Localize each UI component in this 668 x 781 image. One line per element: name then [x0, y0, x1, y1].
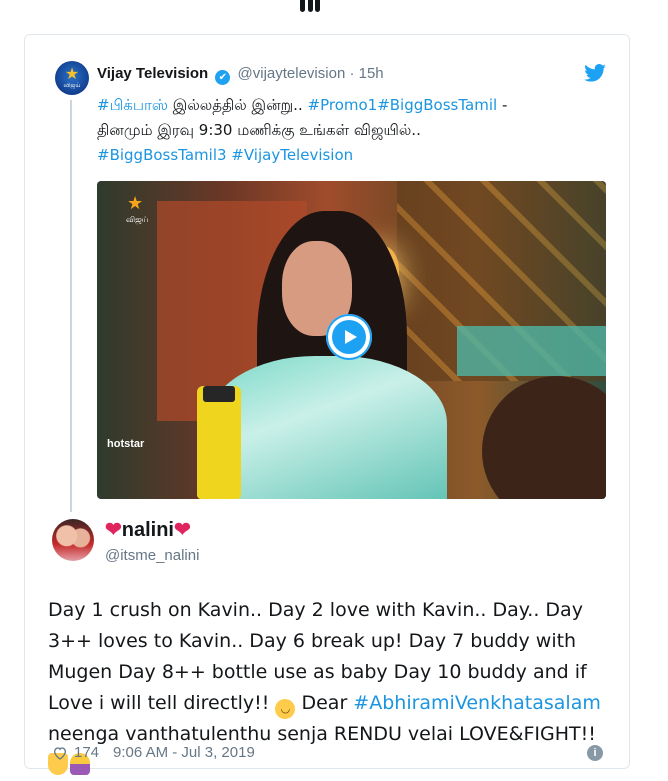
- hashtag-promo1-link[interactable]: #Promo1#BiggBossTamil: [308, 96, 498, 114]
- header-fragment: [300, 0, 320, 12]
- heart-outline-icon[interactable]: [52, 745, 68, 761]
- author-display-name: nalini: [121, 519, 174, 541]
- red-heart-icon: ❤: [174, 519, 191, 541]
- nalini-avatar[interactable]: [52, 519, 94, 561]
- quoted-author-name[interactable]: Vijay Television: [97, 65, 208, 82]
- hashtag-abhirami-link[interactable]: #AbhiramiVenkhatasalam: [353, 692, 601, 714]
- quoted-text-line1: இல்லத்தில் இன்று..: [167, 96, 308, 114]
- background-fabric: [457, 326, 606, 376]
- like-count[interactable]: 174: [74, 744, 99, 761]
- verified-badge-icon: ✔: [215, 70, 231, 85]
- channel-star-logo-icon: ★: [127, 193, 144, 213]
- red-heart-icon: ❤: [105, 519, 122, 541]
- quoted-tweet-header: Vijay Television ✔ @vijaytelevision · 15…: [97, 64, 384, 85]
- thread-line: [70, 100, 72, 512]
- info-icon[interactable]: i: [587, 745, 603, 761]
- foreground-head: [482, 376, 606, 499]
- relieved-face-emoji-icon: ◡: [275, 699, 296, 719]
- quoted-author-handle[interactable]: @vijaytelevision · 15h: [238, 65, 384, 82]
- quoted-tweet-text: #பிக்பாஸ் இல்லத்தில் இன்று.. #Promo1#Big…: [97, 93, 612, 168]
- avatar-logo-text: விஜய்: [63, 81, 81, 89]
- hashtag-biggbosstamil3-link[interactable]: #BiggBossTamil3 #VijayTelevision: [97, 146, 353, 164]
- play-icon: [332, 320, 366, 354]
- hotstar-watermark: hotstar: [107, 438, 145, 450]
- tweet-author-name[interactable]: ❤nalini❤: [105, 518, 191, 542]
- star-logo-icon: ★: [64, 65, 80, 83]
- play-button[interactable]: [326, 314, 372, 360]
- tweet-author-handle[interactable]: @itsme_nalini: [105, 547, 199, 564]
- tweet-text-part3: neenga vanthatulenthu senja RENDU velai …: [48, 723, 596, 745]
- quoted-text-dash: -: [497, 96, 508, 114]
- quoted-text-line2: தினமும் இரவு 9:30 மணிக்கு உங்கள் விஜயில்…: [97, 121, 421, 139]
- hashtag-biggboss-tamil-link[interactable]: #பிக்பாஸ்: [97, 96, 168, 114]
- vijay-television-avatar[interactable]: ★ விஜய்: [55, 61, 89, 95]
- bottle-cap: [203, 386, 235, 402]
- tweet-timestamp[interactable]: 9:06 AM - Jul 3, 2019: [113, 744, 255, 761]
- channel-logo-text: விஜய்: [126, 215, 149, 224]
- yellow-bottle: [197, 386, 241, 499]
- tweet-text-part2: Dear: [295, 692, 354, 714]
- twitter-bird-icon[interactable]: [584, 64, 606, 82]
- promo-video-thumbnail[interactable]: ★ விஜய் hotstar: [97, 181, 606, 499]
- person-dress: [207, 356, 447, 499]
- tweet-footer: 174 9:06 AM - Jul 3, 2019: [52, 744, 255, 761]
